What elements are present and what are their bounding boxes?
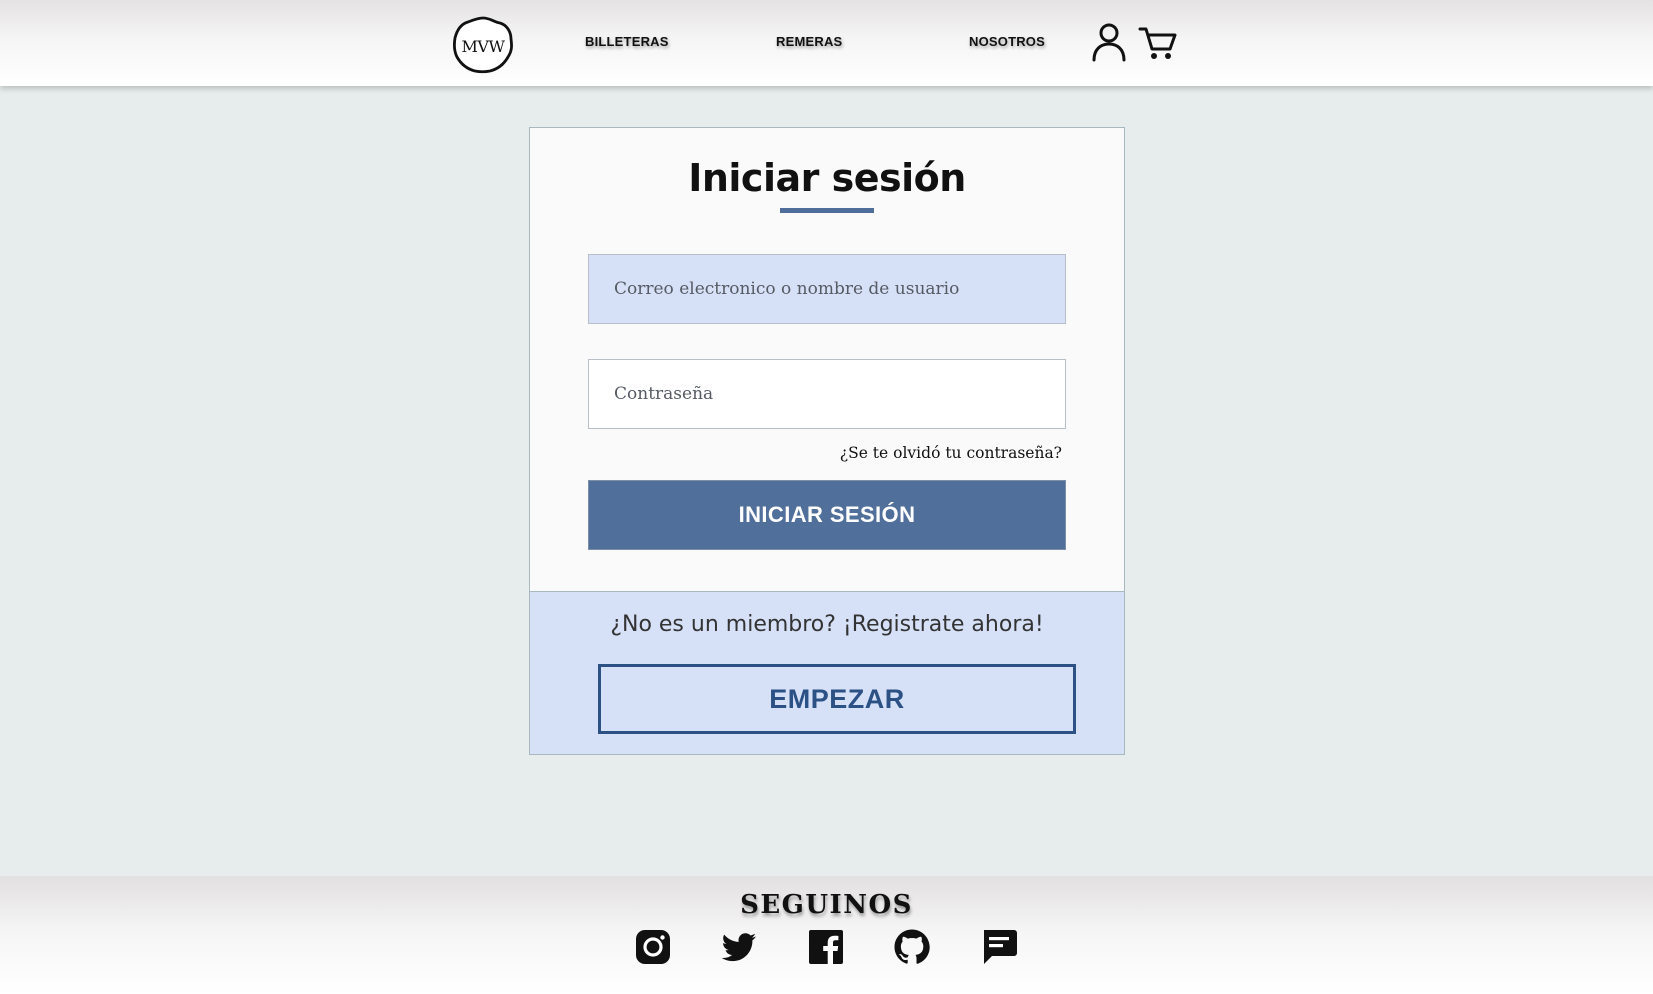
- chat-icon[interactable]: [980, 928, 1018, 966]
- facebook-icon[interactable]: [807, 928, 845, 966]
- forgot-password-link[interactable]: ¿Se te olvidó tu contraseña?: [840, 444, 1062, 462]
- page-title: Iniciar sesión: [688, 156, 966, 200]
- logo-icon[interactable]: MVW: [452, 16, 514, 74]
- register-text: ¿No es un miembro? ¡Registrate ahora!: [610, 612, 1044, 637]
- cart-icon[interactable]: [1138, 24, 1178, 62]
- logo-text: MVW: [462, 37, 506, 56]
- email-field[interactable]: [588, 254, 1066, 324]
- github-icon[interactable]: [893, 928, 931, 966]
- site-header: MVW BILLETERAS REMERAS NOSOTROS: [0, 0, 1653, 86]
- start-button[interactable]: EMPEZAR: [598, 664, 1076, 734]
- login-button[interactable]: INICIAR SESIÓN: [588, 480, 1066, 550]
- login-card: Iniciar sesión ¿Se te olvidó tu contrase…: [529, 127, 1125, 755]
- footer-title: SEGUINOS: [740, 890, 913, 920]
- nav-nosotros[interactable]: NOSOTROS: [969, 34, 1045, 49]
- title-underline: [780, 208, 874, 213]
- user-icon[interactable]: [1090, 22, 1128, 62]
- password-field[interactable]: [588, 359, 1066, 429]
- nav-billeteras[interactable]: BILLETERAS: [585, 34, 669, 49]
- twitter-icon[interactable]: [720, 928, 758, 966]
- site-footer: SEGUINOS: [0, 876, 1653, 994]
- nav-remeras[interactable]: REMERAS: [776, 34, 842, 49]
- instagram-icon[interactable]: [634, 928, 672, 966]
- register-panel: ¿No es un miembro? ¡Registrate ahora! EM…: [530, 591, 1124, 754]
